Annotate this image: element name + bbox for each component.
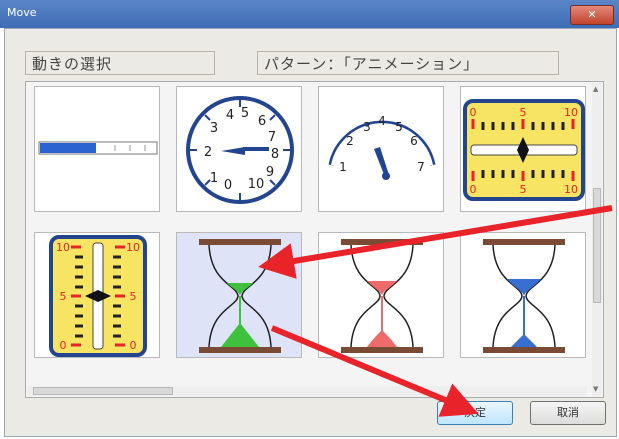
- hgauge-top-0: 0: [470, 106, 477, 119]
- horizontal-scrollbar[interactable]: [27, 386, 587, 396]
- dial-tick-4: 4: [226, 108, 234, 123]
- cancel-button[interactable]: 取消: [530, 401, 606, 425]
- hourglass-red-icon: [341, 239, 423, 353]
- option-speedometer[interactable]: 1 2 3 4 5 6 7: [318, 86, 444, 212]
- hourglass-blue-icon: [483, 239, 565, 353]
- vgauge-left-0: 0: [60, 339, 67, 352]
- option-vertical-slider[interactable]: 10 5 0 10 5 0: [34, 232, 160, 358]
- window-title: Move: [7, 6, 37, 19]
- vertical-scrollbar[interactable]: ▲ ▼: [592, 83, 602, 396]
- option-hourglass-red[interactable]: [318, 232, 444, 358]
- option-progress-bar[interactable]: [34, 86, 160, 212]
- speed-tick-3: 3: [363, 120, 371, 134]
- horizontal-scroll-thumb[interactable]: [33, 387, 173, 395]
- dial-tick-8: 8: [271, 147, 279, 162]
- vgauge-left-5: 5: [60, 290, 67, 303]
- sand-top: [367, 281, 397, 296]
- hourglass-green-icon: [199, 239, 281, 353]
- speed-tick-2: 2: [346, 134, 354, 148]
- dialog-body: 動きの選択 パターン：「アニメーション」 1 2 3 4 5 6 7 8 9 1…: [4, 28, 617, 437]
- sand-bottom: [511, 334, 537, 347]
- vgauge-right-0: 0: [130, 339, 137, 352]
- sand-stream: [381, 296, 383, 332]
- vgauge-left-10: 10: [56, 241, 70, 254]
- speed-tick-1: 1: [339, 160, 347, 174]
- dial-tick-0: 0: [224, 178, 232, 193]
- dial-tick-1: 1: [210, 171, 218, 186]
- scroll-down-arrow-icon[interactable]: ▼: [593, 385, 598, 393]
- selection-label: 動きの選択: [25, 51, 215, 75]
- speed-tick-5: 5: [395, 120, 403, 134]
- dial-tick-9: 9: [266, 165, 274, 180]
- option-horizontal-slider[interactable]: 0 5 10 0 5 10: [460, 86, 586, 212]
- hgauge-bottom-10: 10: [564, 183, 578, 196]
- option-grid: 1 2 3 4 5 6 7 8 9 10 0 1 2 3 4 5 6 7 0 5…: [25, 81, 604, 398]
- sand-top: [227, 283, 253, 296]
- vgauge-right-10: 10: [126, 241, 140, 254]
- hgauge-bottom-5: 5: [520, 183, 527, 196]
- progress-bar-icon: [38, 141, 158, 155]
- speedometer-icon: 1 2 3 4 5 6 7: [328, 114, 436, 180]
- option-hourglass-blue[interactable]: [460, 232, 586, 358]
- sand-stream: [239, 296, 241, 326]
- dial-tick-2: 2: [204, 145, 212, 160]
- sand-top: [507, 279, 541, 296]
- close-button[interactable]: ✕: [570, 5, 614, 25]
- dial-tick-10: 10: [248, 177, 265, 192]
- ok-button[interactable]: 決定: [437, 401, 513, 425]
- speed-tick-6: 6: [410, 134, 418, 148]
- speed-tick-7: 7: [417, 160, 425, 174]
- horizontal-gauge-icon: 0 5 10 0 5 10: [463, 99, 585, 201]
- dial-tick-6: 6: [258, 114, 266, 129]
- hgauge-top-5: 5: [520, 106, 527, 119]
- vgauge-right-5: 5: [130, 290, 137, 303]
- dial-tick-5: 5: [241, 106, 249, 121]
- option-hourglass-green[interactable]: [176, 232, 302, 358]
- sand-stream: [523, 296, 525, 336]
- hgauge-bottom-0: 0: [470, 183, 477, 196]
- vertical-gauge-icon: 10 5 0 10 5 0: [49, 235, 147, 357]
- sand-bottom: [367, 330, 397, 347]
- clock-dial-icon: 1 2 3 4 5 6 7 8 9 10 0: [186, 96, 294, 204]
- dial-tick-3: 3: [210, 121, 218, 136]
- pattern-label: パターン：「アニメーション」: [257, 51, 559, 75]
- speed-tick-4: 4: [378, 114, 386, 128]
- sand-bottom: [221, 323, 259, 347]
- vertical-scroll-thumb[interactable]: [593, 188, 601, 303]
- option-clock-dial[interactable]: 1 2 3 4 5 6 7 8 9 10 0: [176, 86, 302, 212]
- scroll-up-arrow-icon[interactable]: ▲: [593, 85, 598, 93]
- dial-tick-7: 7: [268, 130, 276, 145]
- hgauge-top-10: 10: [564, 106, 578, 119]
- title-bar: Move ✕: [0, 0, 619, 28]
